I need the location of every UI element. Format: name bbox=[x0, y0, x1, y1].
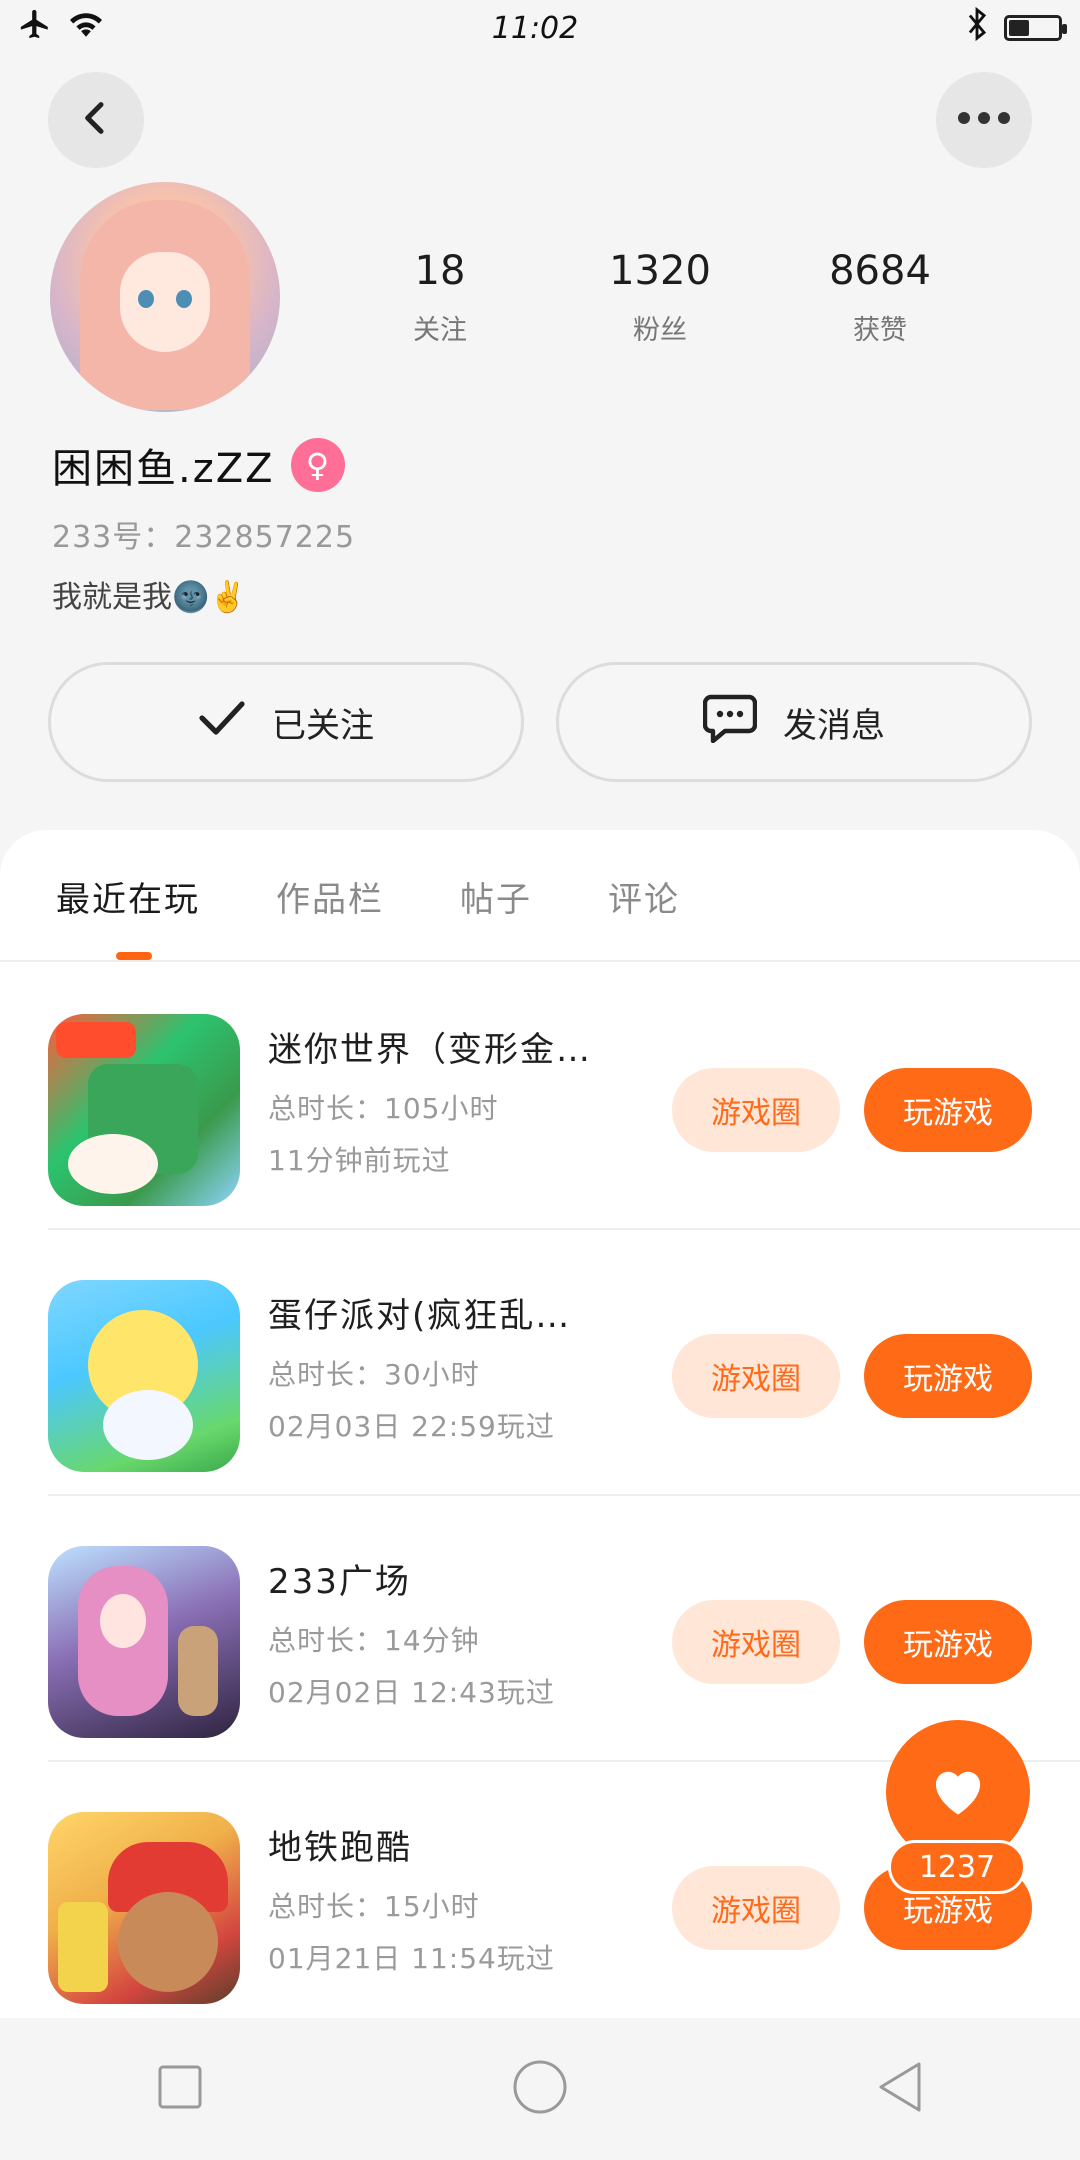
circle-icon bbox=[512, 2059, 568, 2119]
game-title: 迷你世界（变形金… bbox=[268, 1030, 592, 1070]
more-button[interactable] bbox=[936, 72, 1032, 168]
status-time: 11:02 bbox=[491, 10, 579, 46]
game-title: 233广场 bbox=[268, 1562, 411, 1602]
tab-label: 评论 bbox=[608, 880, 680, 920]
game-circle-button[interactable]: 游戏圈 bbox=[672, 1068, 840, 1152]
stat-label: 获赞 bbox=[853, 315, 907, 346]
game-icon[interactable] bbox=[48, 1280, 240, 1472]
like-count: 1237 bbox=[888, 1840, 1026, 1894]
check-icon bbox=[198, 698, 246, 747]
airplane-mode-icon bbox=[18, 7, 52, 49]
square-icon bbox=[157, 2064, 203, 2114]
play-game-button[interactable]: 玩游戏 bbox=[864, 1600, 1032, 1684]
heart-icon bbox=[928, 1763, 988, 1821]
navigation-bar bbox=[0, 2018, 1080, 2160]
tab-recently-played[interactable]: 最近在玩 bbox=[56, 830, 200, 960]
game-duration: 总时长：30小时 bbox=[268, 1358, 480, 1391]
list-item[interactable]: 蛋仔派对(疯狂乱… 总时长：30小时 02月03日 22:59玩过 游戏圈 玩游… bbox=[0, 1230, 1080, 1496]
avatar[interactable] bbox=[50, 182, 280, 412]
user-id: 233号：232857225 bbox=[52, 520, 356, 555]
tab-comments[interactable]: 评论 bbox=[608, 830, 680, 960]
female-icon: ♀ bbox=[290, 438, 345, 492]
chat-bubble-icon bbox=[702, 693, 758, 752]
stat-label: 关注 bbox=[413, 315, 467, 346]
play-game-button[interactable]: 玩游戏 bbox=[864, 1068, 1032, 1152]
game-last-played: 11分钟前玩过 bbox=[268, 1144, 451, 1177]
home-button[interactable] bbox=[500, 2049, 580, 2129]
tab-label: 帖子 bbox=[460, 880, 532, 920]
stat-value: 8684 bbox=[829, 248, 931, 294]
list-item[interactable]: 233广场 总时长：14分钟 02月02日 12:43玩过 游戏圈 玩游戏 bbox=[0, 1496, 1080, 1762]
game-title: 蛋仔派对(疯狂乱… bbox=[268, 1296, 572, 1336]
tab-posts[interactable]: 帖子 bbox=[460, 830, 532, 960]
list-item[interactable]: 迷你世界（变形金… 总时长：105小时 11分钟前玩过 游戏圈 玩游戏 bbox=[0, 964, 1080, 1230]
recent-apps-button[interactable] bbox=[140, 2049, 220, 2129]
game-icon[interactable] bbox=[48, 1812, 240, 2004]
send-message-button[interactable]: 发消息 bbox=[556, 662, 1032, 782]
play-game-button[interactable]: 玩游戏 bbox=[864, 1334, 1032, 1418]
send-message-label: 发消息 bbox=[783, 705, 885, 746]
signature: 我就是我🌚✌️ bbox=[52, 580, 247, 615]
game-title: 地铁跑酷 bbox=[268, 1828, 412, 1868]
game-duration: 总时长：15小时 bbox=[268, 1890, 480, 1923]
followed-label: 已关注 bbox=[272, 705, 374, 746]
active-tab-indicator bbox=[116, 952, 152, 960]
more-dots-icon bbox=[956, 110, 1012, 130]
game-duration: 总时长：105小时 bbox=[268, 1092, 499, 1125]
triangle-back-icon bbox=[875, 2060, 925, 2118]
stat-label: 粉丝 bbox=[633, 315, 687, 346]
tab-label: 最近在玩 bbox=[56, 880, 200, 920]
game-last-played: 02月02日 12:43玩过 bbox=[268, 1676, 555, 1709]
stat-value: 18 bbox=[414, 248, 466, 294]
stat-value: 1320 bbox=[609, 248, 711, 294]
back-button[interactable] bbox=[48, 72, 144, 168]
bluetooth-icon bbox=[964, 6, 990, 49]
chevron-left-icon bbox=[76, 98, 116, 142]
game-circle-button[interactable]: 游戏圈 bbox=[672, 1866, 840, 1950]
tab-works[interactable]: 作品栏 bbox=[276, 830, 384, 960]
username-row: 困困鱼.zZZ ♀ bbox=[52, 436, 345, 494]
username: 困困鱼.zZZ bbox=[52, 446, 275, 492]
game-circle-button[interactable]: 游戏圈 bbox=[672, 1334, 840, 1418]
profile-stats: 18 关注 1320 粉丝 8684 获赞 bbox=[330, 248, 1030, 347]
status-bar: 11:02 bbox=[0, 0, 1080, 56]
stat-fans[interactable]: 1320 粉丝 bbox=[550, 248, 770, 347]
game-icon[interactable] bbox=[48, 1014, 240, 1206]
tab-bar: 最近在玩 作品栏 帖子 评论 bbox=[0, 830, 1080, 962]
battery-icon bbox=[1004, 15, 1067, 41]
back-nav-button[interactable] bbox=[860, 2049, 940, 2129]
game-circle-button[interactable]: 游戏圈 bbox=[672, 1600, 840, 1684]
stat-following[interactable]: 18 关注 bbox=[330, 248, 550, 347]
game-last-played: 02月03日 22:59玩过 bbox=[268, 1410, 555, 1443]
wifi-icon bbox=[66, 8, 106, 48]
game-duration: 总时长：14分钟 bbox=[268, 1624, 480, 1657]
game-icon[interactable] bbox=[48, 1546, 240, 1738]
game-last-played: 01月21日 11:54玩过 bbox=[268, 1942, 555, 1975]
tab-label: 作品栏 bbox=[276, 880, 384, 920]
stat-likes[interactable]: 8684 获赞 bbox=[770, 248, 990, 347]
followed-button[interactable]: 已关注 bbox=[48, 662, 524, 782]
